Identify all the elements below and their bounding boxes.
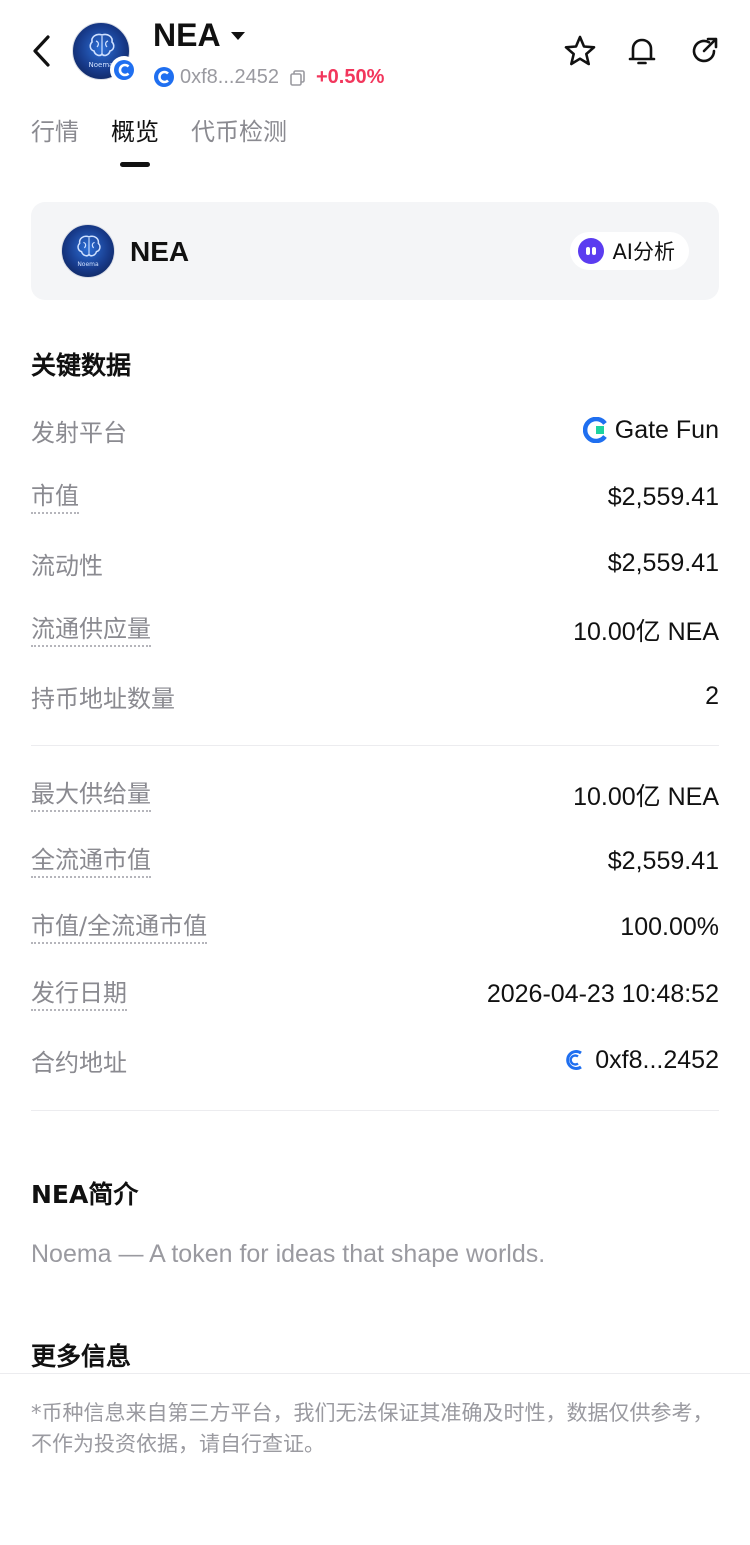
liquidity-label: 流动性: [31, 551, 103, 580]
launch-platform-text: Gate Fun: [614, 415, 719, 444]
ai-analysis-label: AI分析: [612, 240, 675, 264]
brain-icon: [77, 235, 101, 257]
gate-chain-icon: [566, 1050, 583, 1070]
launch-platform-value[interactable]: Gate Fun: [582, 415, 719, 445]
gate-chain-badge-icon: [110, 56, 138, 84]
intro-text: Noema — A token for ideas that shape wor…: [31, 1240, 546, 1268]
header: Noema NEA 0xf8...2452 +0.50%: [0, 0, 750, 100]
avatar-caption: Noema: [77, 261, 99, 268]
row-holders: 持币地址数量 2: [31, 676, 719, 716]
token-card: Noema NEA AI分析: [31, 202, 719, 300]
gate-fun-logo-icon: [582, 417, 607, 443]
token-subtitle-row: 0xf8...2452 +0.50%: [153, 62, 384, 92]
token-card-name: NEA: [130, 236, 190, 267]
price-change: +0.50%: [315, 65, 385, 88]
bell-icon[interactable]: [625, 34, 659, 68]
row-mcap-fdv-ratio: 市值/全流通市值 100.00%: [31, 907, 719, 947]
mcap-fdv-ratio-label[interactable]: 市值/全流通市值: [31, 911, 208, 944]
row-max-supply: 最大供给量 10.00亿 NEA: [31, 775, 719, 815]
contract-address-short: 0xf8...2452: [180, 65, 279, 88]
holders-value: 2: [705, 681, 719, 710]
tab-token-check[interactable]: 代币检测: [191, 112, 287, 152]
fdv-value: $2,559.41: [607, 846, 719, 875]
row-circulating-supply: 流通供应量 10.00亿 NEA: [31, 610, 719, 650]
caret-down-icon[interactable]: [230, 32, 245, 40]
row-contract-address: 合约地址 0xf8...2452: [31, 1040, 719, 1080]
circulating-supply-value: 10.00亿 NEA: [573, 618, 719, 646]
ai-bot-icon: [578, 238, 605, 264]
token-title-row[interactable]: NEA: [153, 14, 245, 56]
market-cap-value: $2,559.41: [607, 482, 719, 511]
divider: [31, 745, 719, 746]
market-cap-label[interactable]: 市值: [31, 481, 79, 514]
brain-icon: [89, 33, 115, 57]
copy-icon[interactable]: [289, 69, 307, 87]
tab-overview[interactable]: 概览: [111, 112, 159, 152]
launch-platform-label: 发射平台: [31, 418, 127, 447]
tab-market[interactable]: 行情: [31, 112, 79, 152]
more-info-title: 更多信息: [31, 1342, 132, 1371]
liquidity-value: $2,559.41: [607, 548, 719, 577]
token-avatar: Noema: [72, 22, 138, 84]
disclaimer-text: *币种信息来自第三方平台，我们无法保证其准确及时性，数据仅供参考，不作为投资依据…: [31, 1401, 714, 1456]
share-icon[interactable]: [687, 34, 721, 68]
tab-bar: 行情 概览 代币检测: [31, 112, 319, 172]
contract-address-text: 0xf8...2452: [595, 1045, 719, 1074]
issue-date-value: 2026-04-23 10:48:52: [486, 979, 719, 1008]
mcap-fdv-ratio-value: 100.00%: [620, 912, 719, 941]
gate-chain-icon: [154, 67, 174, 87]
holders-label: 持币地址数量: [31, 684, 175, 713]
circulating-supply-label[interactable]: 流通供应量: [31, 614, 151, 647]
back-icon[interactable]: [28, 32, 58, 70]
row-launch-platform: 发射平台 Gate Fun: [31, 410, 719, 450]
row-market-cap: 市值 $2,559.41: [31, 477, 719, 517]
ai-analysis-button[interactable]: AI分析: [570, 232, 689, 270]
key-data-title: 关键数据: [31, 351, 132, 380]
row-issue-date: 发行日期 2026-04-23 10:48:52: [31, 974, 719, 1014]
fdv-label[interactable]: 全流通市值: [31, 845, 151, 878]
row-liquidity: 流动性 $2,559.41: [31, 543, 719, 583]
max-supply-value: 10.00亿 NEA: [573, 783, 719, 811]
token-title[interactable]: NEA: [153, 17, 221, 54]
token-card-avatar: Noema: [61, 224, 115, 278]
row-fdv: 全流通市值 $2,559.41: [31, 841, 719, 881]
footer-divider: [0, 1373, 750, 1374]
contract-address-value[interactable]: 0xf8...2452: [561, 1046, 719, 1075]
star-icon[interactable]: [563, 34, 597, 68]
issue-date-label[interactable]: 发行日期: [31, 978, 127, 1011]
contract-address-label: 合约地址: [31, 1048, 127, 1077]
max-supply-label[interactable]: 最大供给量: [31, 779, 151, 812]
intro-title: NEA简介: [31, 1180, 139, 1209]
divider: [31, 1110, 719, 1111]
